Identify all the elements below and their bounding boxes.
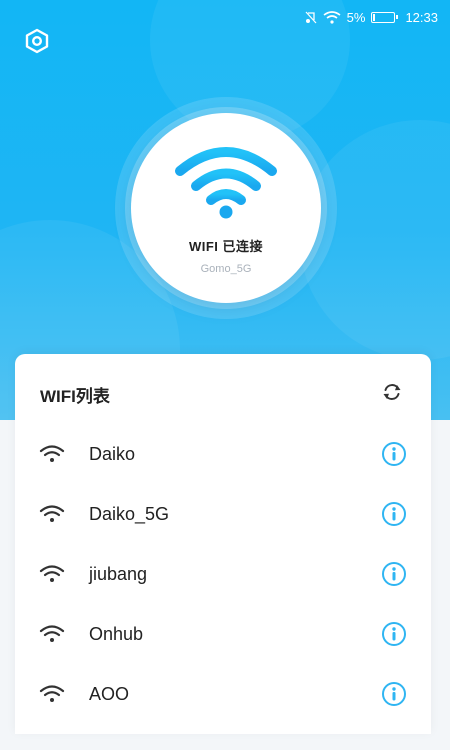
- settings-hexagon-icon: [24, 28, 50, 59]
- info-icon: [382, 622, 406, 646]
- info-icon: [382, 502, 406, 526]
- network-info-button[interactable]: [381, 561, 407, 587]
- wifi-large-icon: [174, 145, 278, 224]
- clock: 12:33: [405, 9, 438, 25]
- wifi-network-name: jiubang: [89, 563, 148, 584]
- wifi-list-header: WIFI列表: [15, 354, 431, 434]
- wifi-list-panel: WIFI列表 Daiko Daiko_5G jiubang Onhub AOO: [15, 354, 431, 734]
- refresh-button[interactable]: [381, 381, 403, 408]
- refresh-icon: [381, 381, 403, 408]
- battery-icon: [371, 11, 399, 23]
- connection-status-card[interactable]: WIFI 已连接 Gomo_5G: [131, 113, 321, 303]
- wifi-network-row[interactable]: Onhub: [15, 604, 431, 664]
- status-bar: 5% 12:33: [0, 0, 450, 34]
- network-info-button[interactable]: [381, 621, 407, 647]
- wifi-network-name: AOO: [89, 683, 130, 704]
- connection-status-text: WIFI 已连接: [188, 239, 264, 254]
- wifi-network-row[interactable]: AOO: [15, 664, 431, 724]
- info-icon: [382, 562, 406, 586]
- wifi-network-row[interactable]: Daiko: [15, 424, 431, 484]
- wifi-network-name: Daiko_5G: [89, 503, 170, 524]
- wifi-network-name: Onhub: [89, 623, 144, 644]
- network-info-button[interactable]: [381, 681, 407, 707]
- connected-ssid: Gomo_5G: [200, 263, 252, 275]
- wifi-status-icon: [323, 10, 341, 24]
- info-icon: [382, 682, 406, 706]
- mute-icon: [305, 11, 317, 24]
- wifi-network-list: Daiko Daiko_5G jiubang Onhub AOO: [15, 424, 431, 724]
- battery-percent: 5%: [346, 9, 366, 25]
- info-icon: [382, 442, 406, 466]
- network-info-button[interactable]: [381, 441, 407, 467]
- wifi-signal-icon: [39, 625, 69, 643]
- settings-button[interactable]: [22, 28, 52, 58]
- wifi-signal-icon: [39, 445, 69, 463]
- wifi-list-title: WIFI列表: [40, 386, 110, 406]
- wifi-signal-icon: [39, 685, 69, 703]
- wifi-signal-icon: [39, 505, 69, 523]
- network-info-button[interactable]: [381, 501, 407, 527]
- wifi-signal-icon: [39, 565, 69, 583]
- wifi-network-row[interactable]: Daiko_5G: [15, 484, 431, 544]
- wifi-network-name: Daiko: [89, 443, 136, 464]
- wifi-network-row[interactable]: jiubang: [15, 544, 431, 604]
